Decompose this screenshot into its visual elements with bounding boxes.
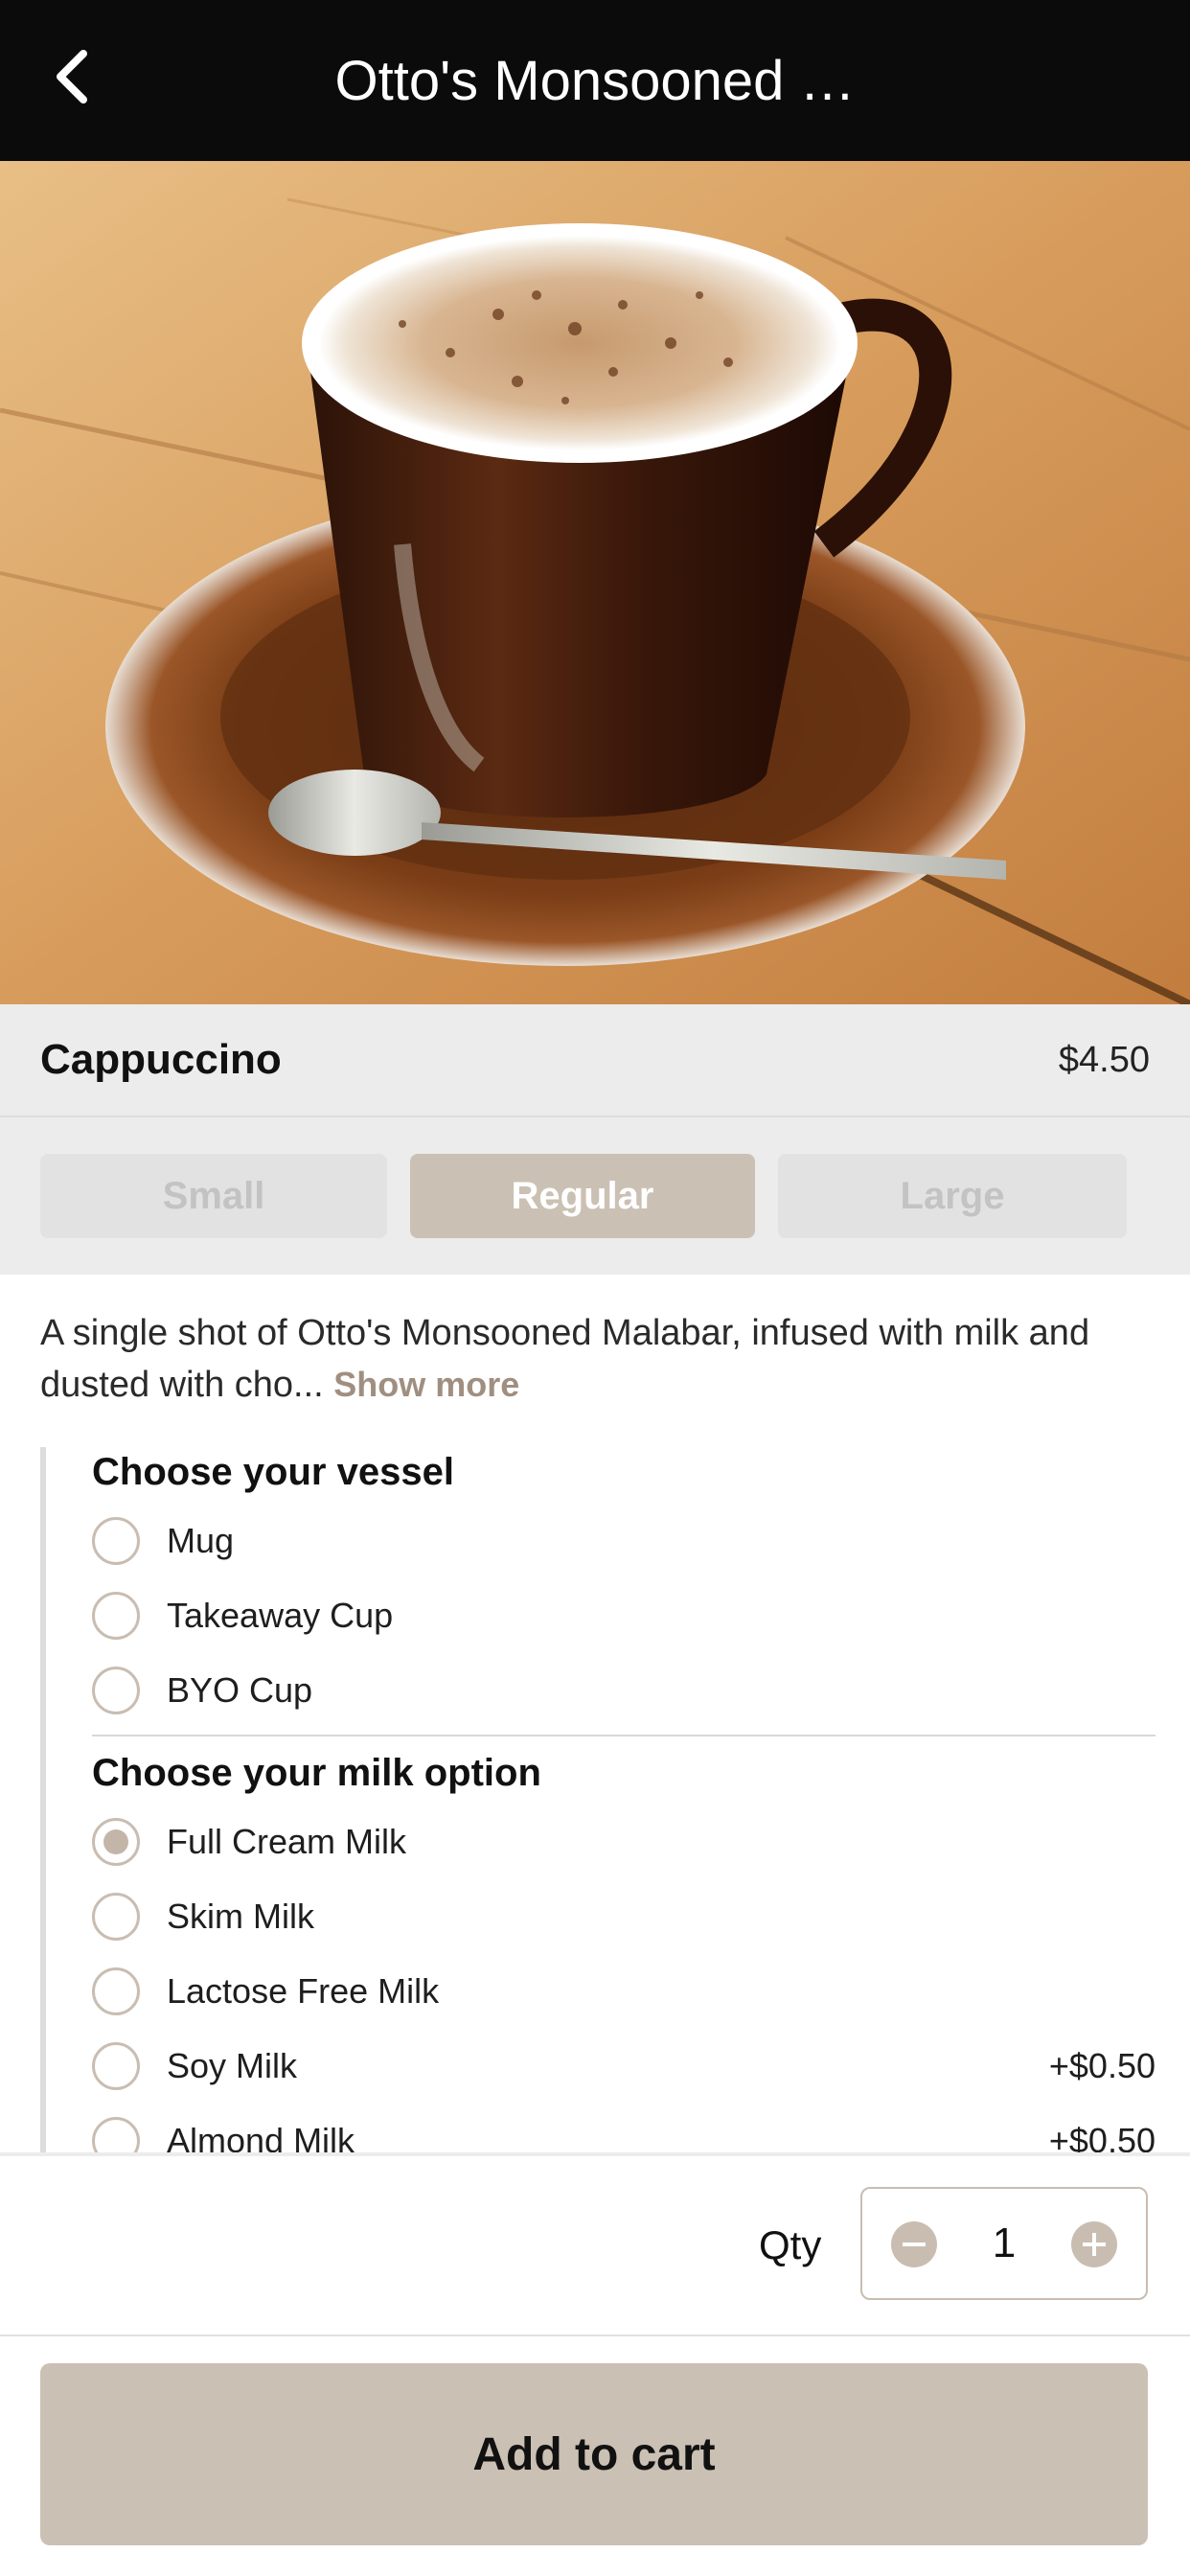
page-title: Otto's Monsooned … (334, 49, 856, 112)
option-price: +$0.50 (1048, 2046, 1156, 2085)
quantity-label: Qty (759, 2222, 822, 2267)
section-divider (92, 1735, 1156, 1736)
top-bar: Otto's Monsooned … (0, 0, 1190, 161)
milk-option-soy[interactable]: Soy Milk +$0.50 (92, 2036, 1156, 2103)
option-label: Full Cream Milk (167, 1822, 407, 1861)
options-panel: Choose your vessel Mug Takeaway Cup BYO … (40, 1447, 1156, 2152)
radio-button[interactable] (92, 2117, 140, 2152)
milk-option-lactose-free[interactable]: Lactose Free Milk (92, 1961, 1156, 2028)
radio-button[interactable] (92, 2042, 140, 2090)
radio-button[interactable] (92, 1967, 140, 2015)
milk-option-full-cream[interactable]: Full Cream Milk (92, 1811, 1156, 1878)
product-price: $4.50 (1058, 1039, 1150, 1080)
radio-button[interactable] (92, 1592, 140, 1640)
size-regular-button[interactable]: Regular (410, 1154, 755, 1238)
vessel-option-takeaway-cup[interactable]: Takeaway Cup (92, 1585, 1156, 1652)
product-header: Cappuccino $4.50 (0, 1004, 1190, 1117)
milk-group-title: Choose your milk option (92, 1752, 541, 1794)
milk-option-almond[interactable]: Almond Milk +$0.50 (92, 2110, 1156, 2152)
vessel-group-title: Choose your vessel (92, 1451, 454, 1493)
cappuccino-photo (0, 161, 1190, 1004)
vessel-option-mug[interactable]: Mug (92, 1510, 1156, 1577)
radio-button[interactable] (92, 1667, 140, 1714)
add-to-cart-button[interactable]: Add to cart (40, 2363, 1148, 2545)
radio-button[interactable] (92, 1517, 140, 1565)
size-small-button[interactable]: Small (40, 1154, 387, 1238)
radio-button[interactable] (92, 1893, 140, 1941)
back-button[interactable] (38, 38, 105, 115)
product-description: A single shot of Otto's Monsooned Malaba… (40, 1307, 1152, 1411)
radio-button-selected[interactable] (92, 1818, 140, 1866)
option-label: Skim Milk (167, 1897, 314, 1936)
option-label: Mug (167, 1521, 235, 1560)
milk-option-skim[interactable]: Skim Milk (92, 1886, 1156, 1953)
product-image (0, 161, 1190, 1004)
description-text: A single shot of Otto's Monsooned Malaba… (40, 1313, 1090, 1405)
vessel-option-byo-cup[interactable]: BYO Cup (92, 1660, 1156, 1727)
show-more-link[interactable]: Show more (333, 1365, 519, 1404)
option-label: Soy Milk (167, 2046, 298, 2085)
option-label: Lactose Free Milk (167, 1971, 440, 2011)
option-label: Takeaway Cup (167, 1596, 394, 1635)
quantity-stepper: 1 (860, 2187, 1148, 2300)
minus-circle-icon[interactable] (891, 2221, 937, 2267)
option-label: Almond Milk (167, 2121, 355, 2152)
size-selector: Small Regular Large (0, 1117, 1190, 1275)
quantity-value: 1 (992, 2220, 1017, 2266)
plus-circle-icon[interactable] (1071, 2221, 1117, 2267)
product-name: Cappuccino (40, 1036, 282, 1083)
size-large-button[interactable]: Large (778, 1154, 1127, 1238)
quantity-bar: Qty 1 (0, 2152, 1190, 2336)
option-label: BYO Cup (167, 1670, 313, 1710)
chevron-left-icon (57, 50, 87, 104)
option-price: +$0.50 (1048, 2121, 1156, 2152)
